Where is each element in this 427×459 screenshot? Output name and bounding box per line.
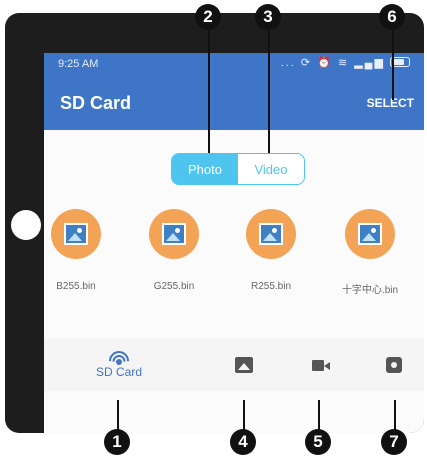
callout-leader-2 [208, 30, 210, 153]
callout-leader-5 [318, 400, 320, 430]
callout-7: 7 [381, 429, 407, 455]
nav-sd-card[interactable]: SD Card [86, 339, 152, 391]
media-type-toggle: Photo Video [171, 153, 305, 185]
image-file-icon [51, 209, 101, 259]
callout-2: 2 [195, 4, 221, 30]
callout-leader-1 [117, 400, 119, 430]
video-icon [312, 359, 330, 371]
tab-photo[interactable]: Photo [172, 154, 238, 184]
callout-leader-4 [243, 400, 245, 430]
wifi-status-icon: ≋ [337, 57, 350, 69]
file-item[interactable]: G255.bin [134, 209, 214, 292]
image-file-icon [345, 209, 395, 259]
image-file-icon [246, 209, 296, 259]
status-bar: 9:25 AM ... ⟳ ⏰ ≋ ▂▄▆ [44, 53, 424, 75]
file-item[interactable]: B255.bin [44, 209, 116, 292]
callout-1: 1 [104, 429, 130, 455]
app-bar: SD Card SELECT [44, 75, 424, 130]
file-name: B255.bin [56, 281, 96, 292]
file-name: 十字中心.bin [341, 285, 399, 296]
nav-settings[interactable] [374, 339, 414, 391]
callout-leader-3 [268, 30, 270, 153]
file-item[interactable]: 十字中心.bin [330, 209, 410, 296]
file-name: G255.bin [153, 281, 195, 292]
image-icon [235, 357, 253, 373]
sync-icon: ⟳ [300, 57, 313, 69]
nav-photos[interactable] [224, 339, 264, 391]
callout-leader-6 [392, 30, 394, 100]
more-icon: ... [280, 57, 296, 69]
alarm-icon: ⏰ [317, 57, 333, 69]
image-file-icon [149, 209, 199, 259]
bottom-nav: SD Card [44, 339, 424, 391]
status-icons: ... ⟳ ⏰ ≋ ▂▄▆ [281, 56, 410, 69]
select-button[interactable]: SELECT [367, 96, 414, 110]
nav-videos[interactable] [298, 339, 338, 391]
callout-5: 5 [305, 429, 331, 455]
callout-4: 4 [230, 429, 256, 455]
signal-icon: ▂▄▆ [354, 57, 385, 69]
file-list: B255.bin G255.bin R255.bin 十字中心.bin [44, 209, 424, 319]
callout-6: 6 [379, 4, 405, 30]
file-name: R255.bin [250, 281, 292, 292]
tab-video[interactable]: Video [238, 154, 304, 184]
callout-leader-7 [394, 400, 396, 430]
status-time: 9:25 AM [58, 58, 99, 70]
file-item[interactable]: R255.bin [231, 209, 311, 292]
wifi-icon [104, 346, 134, 376]
callout-3: 3 [255, 4, 281, 30]
settings-icon [386, 357, 402, 373]
side-button [11, 210, 41, 240]
page-title: SD Card [60, 93, 132, 113]
app-screen: 9:25 AM ... ⟳ ⏰ ≋ ▂▄▆ SD Card SELECT Pho… [44, 53, 424, 433]
